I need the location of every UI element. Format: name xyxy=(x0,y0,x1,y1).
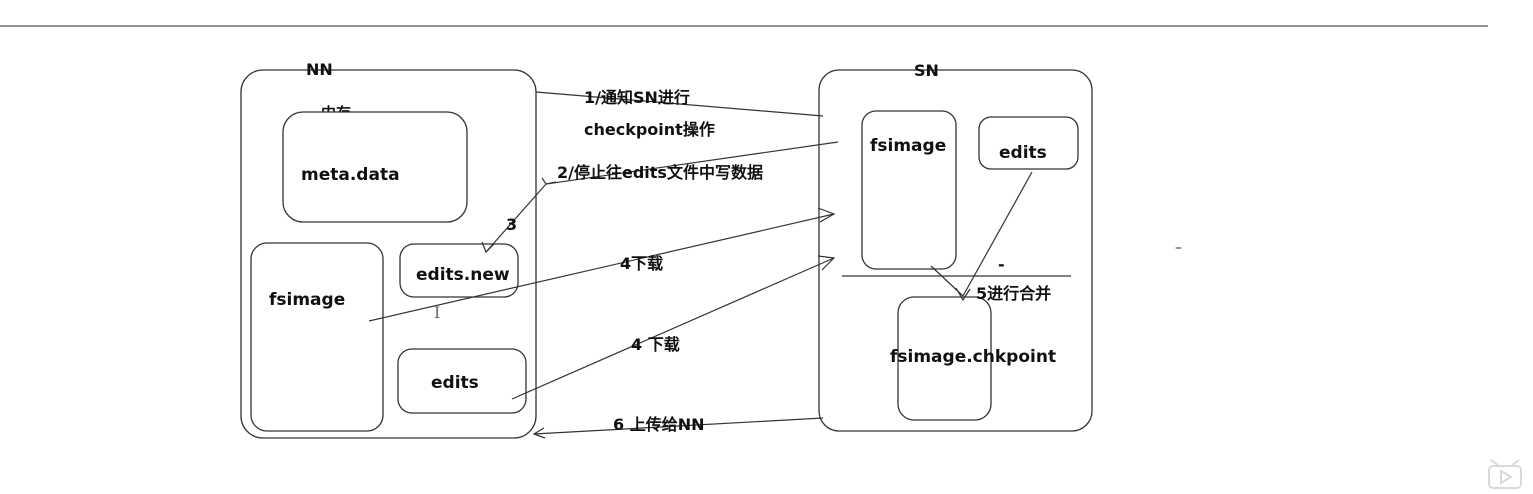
nn-edits-label: edits xyxy=(431,373,479,393)
sn-fsimage-box xyxy=(861,110,957,270)
hdfs-checkpoint-diagram: NN 内存 meta.data fsimage edits.new edits … xyxy=(0,25,1488,439)
sn-title: SN xyxy=(914,61,939,80)
nn-fsimage-label: fsimage xyxy=(269,290,345,310)
step1-label-line1: 1/通知SN进行 xyxy=(584,88,690,107)
text-cursor-glyph: I xyxy=(434,303,440,322)
step5-label: 5进行合并 xyxy=(976,284,1051,303)
meta-data-label: meta.data xyxy=(301,165,400,185)
stray-dash: – xyxy=(1175,240,1182,256)
edits-new-label: edits.new xyxy=(416,265,510,285)
step3-label: 3 xyxy=(506,215,517,234)
play-button[interactable] xyxy=(1485,454,1525,490)
step6-label: 6 上传给NN xyxy=(613,415,705,434)
step4b-arrow xyxy=(511,257,835,400)
step1-label-line2: checkpoint操作 xyxy=(584,120,715,139)
sn-edits-label: edits xyxy=(999,143,1047,163)
step2-label: 2/停止往edits文件中写数据 xyxy=(557,163,763,182)
sn-fsimage-label: fsimage xyxy=(870,136,946,156)
chkpoint-label: fsimage.chkpoint xyxy=(890,347,1056,367)
nn-title: NN xyxy=(306,60,333,79)
step4a-label: 4下载 xyxy=(620,254,663,273)
nn-fsimage-box xyxy=(250,242,384,432)
step2-arrow xyxy=(485,141,839,253)
sn-dash: - xyxy=(998,255,1005,274)
step4b-label: 4 下载 xyxy=(631,335,680,354)
play-icon xyxy=(1488,459,1522,489)
